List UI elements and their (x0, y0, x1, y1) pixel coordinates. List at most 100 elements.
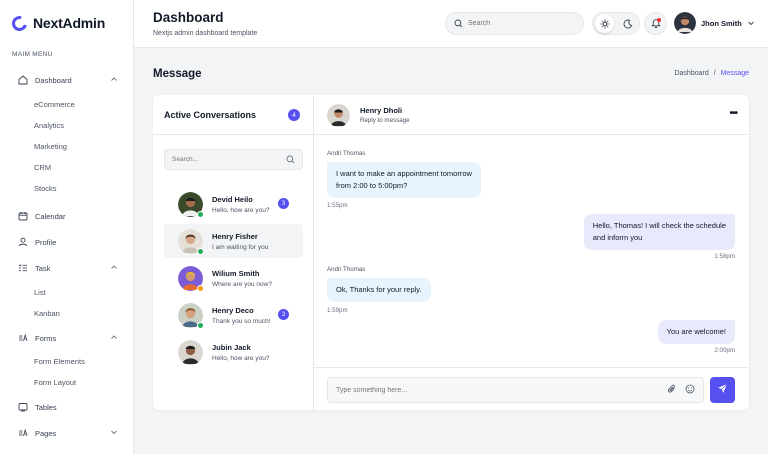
header-search[interactable] (445, 12, 584, 35)
conversation-name: Wilium Smith (212, 268, 260, 278)
sidebar-item-label: Pages (35, 428, 57, 438)
breadcrumb-separator: / (713, 70, 716, 77)
sidebar: NextAdmin MAIM MENU Dashboard eCommerce … (0, 0, 134, 454)
conversation-item[interactable]: Wilium Smith Where are you now? (164, 261, 303, 295)
message-sender: Andri Thomas (327, 266, 366, 273)
message-input[interactable] (336, 386, 667, 394)
home-icon (18, 75, 28, 85)
table-icon (18, 402, 28, 412)
moon-icon[interactable] (618, 14, 637, 33)
sidebar-subitem-kanban[interactable]: Kanban (34, 309, 60, 318)
avatar[interactable] (327, 104, 350, 127)
message-time: 1:58pm (714, 253, 735, 260)
conversation-preview: Hello, how are you? (212, 354, 270, 362)
calendar-icon (18, 211, 28, 221)
avatar (178, 228, 204, 255)
message-text-line: Hello, Thomas! I will check the schedule (592, 221, 726, 230)
list-icon (18, 263, 28, 273)
message-text-line: Ok, Thanks for your reply. (336, 285, 422, 294)
sidebar-subitem-form-elements[interactable]: Form Elements (34, 357, 85, 366)
sidebar-item-task[interactable]: Task (18, 263, 122, 273)
conversation-search[interactable] (164, 149, 303, 170)
message-text-line: You are welcome! (666, 327, 726, 336)
user-menu[interactable]: Jhon Smith (674, 12, 755, 34)
conversation-preview: Where are you now? (212, 280, 272, 288)
unread-badge: 3 (278, 309, 289, 320)
unread-badge: 3 (278, 198, 289, 209)
conversation-preview: Thank you so much! (212, 317, 271, 325)
conversations-title: Active Conversations (164, 110, 257, 120)
chevron-down-icon[interactable] (110, 428, 118, 438)
sidebar-subitem-crm[interactable]: CRM (34, 163, 51, 172)
conversations-count-badge: 4 (288, 109, 300, 121)
sidebar-subitem-stocks[interactable]: Stocks (34, 184, 57, 193)
logo[interactable]: NextAdmin (9, 12, 106, 34)
send-button[interactable] (710, 377, 735, 403)
theme-toggle[interactable] (592, 12, 640, 35)
search-input[interactable] (468, 20, 568, 27)
avatar (674, 12, 696, 34)
conversation-search-input[interactable] (172, 156, 272, 163)
sidebar-subitem-form-layout[interactable]: Form Layout (34, 378, 76, 387)
message-time: 1:59pm (327, 307, 348, 314)
message-time: 1:55pm (327, 202, 348, 209)
avatar (178, 191, 204, 218)
message-bubble-incoming: I want to make an appointment tomorrow f… (327, 162, 481, 198)
chat-card: Active Conversations 4 Devid Heilo Hello… (153, 95, 749, 410)
sidebar-item-pages[interactable]: Pages (18, 428, 122, 438)
sidebar-item-profile[interactable]: Profile (18, 237, 122, 247)
sidebar-subitem-marketing[interactable]: Marketing (34, 142, 67, 151)
conversation-name: Jubin Jack (212, 342, 251, 352)
chat-pane: Henry Dholi Reply to message ••• Andri T… (314, 95, 749, 410)
message-sender: Andri Thomas (327, 150, 366, 157)
forms-icon (18, 333, 28, 343)
message-input-wrap[interactable] (327, 377, 704, 403)
avatar (178, 302, 204, 329)
menu-section-title: MAIM MENU (12, 51, 53, 58)
conversation-item[interactable]: Henry Fisher I am waiting for you (164, 224, 303, 258)
chat-header: Henry Dholi Reply to message ••• (314, 95, 749, 135)
conversation-item[interactable]: Devid Heilo Hello, how are you? 3 (164, 187, 303, 221)
user-name: Jhon Smith (701, 18, 742, 28)
message-text-line: I want to make an appointment tomorrow (336, 169, 472, 178)
more-options-icon[interactable]: ••• (729, 108, 737, 119)
conversations-pane: Active Conversations 4 Devid Heilo Hello… (153, 95, 314, 410)
sidebar-subitem-ecommerce[interactable]: eCommerce (34, 100, 75, 109)
conversation-preview: I am waiting for you (212, 243, 269, 251)
sidebar-subitem-analytics[interactable]: Analytics (34, 121, 64, 130)
notification-dot (657, 18, 661, 22)
chevron-up-icon[interactable] (110, 263, 118, 273)
sidebar-item-calendar[interactable]: Calendar (18, 211, 122, 221)
chevron-up-icon[interactable] (110, 333, 118, 343)
conversations-header: Active Conversations 4 (153, 95, 314, 135)
user-icon (18, 237, 28, 247)
message-bubble-incoming: Ok, Thanks for your reply. (327, 278, 431, 302)
away-status-dot (197, 284, 204, 292)
message-composer (314, 367, 749, 410)
sidebar-item-dashboard[interactable]: Dashboard (18, 75, 122, 85)
top-header: Dashboard Nextjs admin dashboard templat… (134, 0, 768, 48)
sidebar-item-tables[interactable]: Tables (18, 402, 122, 412)
conversation-item[interactable]: Jubin Jack Hello, how are you? (164, 335, 303, 369)
emoji-icon[interactable] (685, 381, 695, 399)
message-text-line: and inform you (592, 233, 643, 242)
sidebar-subitem-list[interactable]: List (34, 288, 46, 297)
sidebar-item-forms[interactable]: Forms (18, 333, 122, 343)
breadcrumb-parent[interactable]: Dashboard (674, 70, 708, 77)
sun-icon[interactable] (595, 14, 614, 33)
breadcrumb-current: Message (720, 70, 749, 77)
header-subtitle: Nextjs admin dashboard template (153, 30, 258, 37)
conversation-preview: Hello, how are you? (212, 206, 270, 214)
logo-icon (9, 12, 30, 34)
chevron-up-icon[interactable] (110, 75, 118, 85)
conversation-name: Henry Fisher (212, 231, 258, 241)
logo-text: NextAdmin (33, 15, 106, 31)
search-icon (454, 15, 463, 33)
notification-button[interactable] (644, 12, 667, 35)
chat-contact-name: Henry Dholi (360, 106, 403, 115)
sidebar-item-label: Dashboard (35, 75, 72, 85)
online-status-dot (197, 321, 204, 329)
conversation-item[interactable]: Henry Deco Thank you so much! 3 (164, 298, 303, 332)
paperclip-icon[interactable] (667, 381, 677, 399)
sidebar-item-label: Calendar (35, 211, 66, 221)
